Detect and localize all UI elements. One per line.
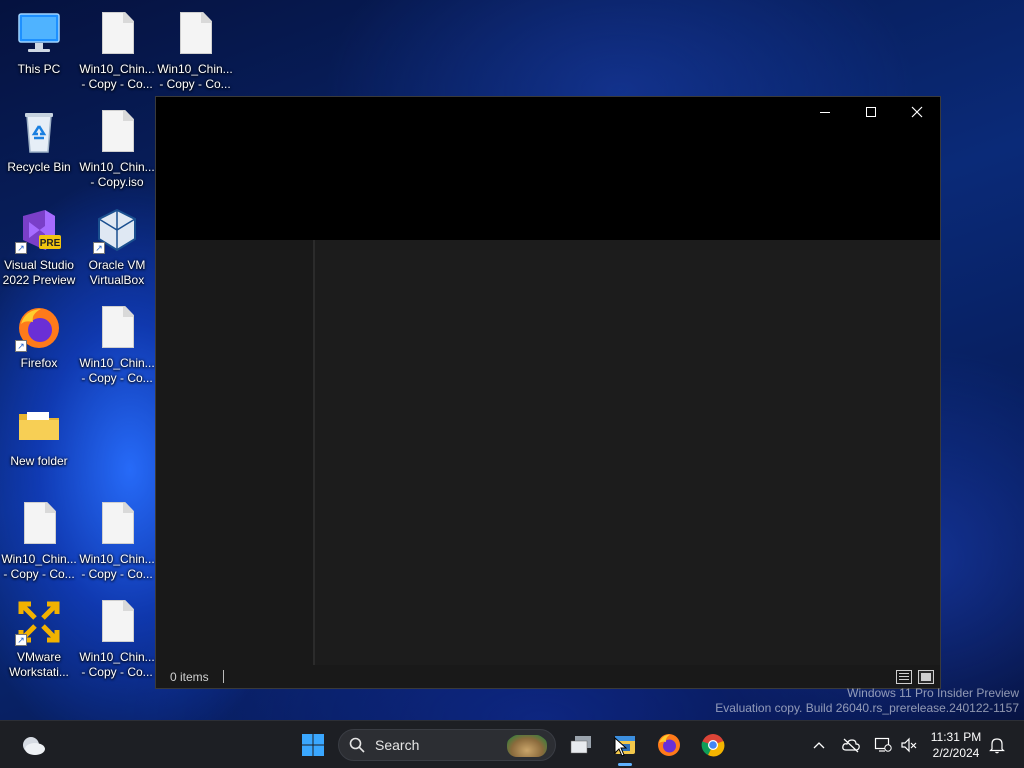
watermark-edition: Windows 11 Pro Insider Preview bbox=[847, 686, 1019, 700]
document-icon bbox=[171, 10, 219, 58]
search-icon bbox=[349, 737, 365, 753]
window-controls bbox=[802, 97, 940, 127]
desktop-icon-file[interactable]: Win10_Chin... - Copy - Co... bbox=[79, 500, 155, 582]
document-icon bbox=[93, 108, 141, 156]
desktop-icon-label: Firefox bbox=[20, 356, 58, 370]
desktop-icon-file[interactable]: Win10_Chin... - Copy - Co... bbox=[79, 10, 155, 92]
task-view-icon bbox=[570, 736, 591, 754]
minimize-icon bbox=[820, 112, 830, 113]
chevron-up-icon bbox=[813, 742, 825, 749]
bell-icon bbox=[989, 738, 1005, 754]
desktop-icon-label: Visual Studio 2022 Preview bbox=[2, 258, 76, 287]
desktop-icon-file[interactable]: Win10_Chin... - Copy - Co... bbox=[157, 10, 233, 92]
shortcut-arrow-icon: ↗ bbox=[15, 634, 27, 646]
desktop-icon-label: Win10_Chin... - Copy - Co... bbox=[1, 552, 77, 581]
maximize-button[interactable] bbox=[848, 97, 894, 127]
desktop-icon-vmware[interactable]: ↗ VMware Workstati... bbox=[1, 598, 77, 680]
desktop-icon-label: Oracle VM VirtualBox bbox=[88, 258, 146, 287]
desktop-icon-virtualbox[interactable]: ↗ Oracle VM VirtualBox bbox=[79, 206, 155, 288]
desktop-icon-file[interactable]: Win10_Chin... - Copy - Co... bbox=[79, 304, 155, 386]
document-icon bbox=[93, 304, 141, 352]
desktop-icon-label: Win10_Chin... - Copy - Co... bbox=[79, 552, 155, 581]
recycle-bin-icon bbox=[15, 108, 63, 156]
view-toggle bbox=[896, 670, 934, 684]
close-icon bbox=[911, 106, 923, 118]
folder-icon bbox=[15, 402, 63, 450]
taskbar-clock[interactable]: 11:31 PM 2/2/2024 bbox=[924, 729, 988, 761]
chrome-icon bbox=[701, 734, 725, 757]
notifications-button[interactable] bbox=[986, 721, 1008, 768]
shortcut-arrow-icon: ↗ bbox=[15, 242, 27, 254]
firefox-icon bbox=[658, 734, 680, 756]
watermark-build: Evaluation copy. Build 26040.rs_prerelea… bbox=[715, 701, 1019, 715]
file-list-area[interactable] bbox=[315, 240, 940, 665]
cloud-offline-icon bbox=[842, 738, 860, 753]
large-icons-view-icon[interactable] bbox=[918, 670, 934, 684]
network-status[interactable] bbox=[870, 721, 896, 768]
search-label: Search bbox=[375, 737, 420, 753]
minimize-button[interactable] bbox=[802, 97, 848, 127]
weather-cloud-icon bbox=[23, 737, 45, 755]
desktop-icon-file[interactable]: Win10_Chin... - Copy - Co... bbox=[1, 500, 77, 582]
desktop-icon-label: Recycle Bin bbox=[7, 160, 71, 174]
desktop-icon-file[interactable]: Win10_Chin... - Copy.iso bbox=[79, 108, 155, 190]
desktop-icon-label: Win10_Chin... - Copy - Co... bbox=[79, 650, 155, 679]
windows-watermark: Windows 11 Pro Insider Preview Evaluatio… bbox=[715, 686, 1019, 716]
mouse-cursor-icon bbox=[614, 737, 628, 757]
search-highlight-image bbox=[507, 735, 547, 757]
clock-date: 2/2/2024 bbox=[932, 746, 980, 760]
desktop-icon-recycle-bin[interactable]: Recycle Bin bbox=[1, 108, 77, 175]
document-icon bbox=[15, 500, 63, 548]
close-button[interactable] bbox=[894, 97, 940, 127]
vmware-icon: ↗ bbox=[15, 598, 63, 646]
document-icon bbox=[93, 500, 141, 548]
start-button[interactable] bbox=[296, 721, 330, 768]
active-app-indicator bbox=[618, 763, 632, 766]
weather-widget[interactable] bbox=[16, 721, 50, 768]
task-view-button[interactable] bbox=[564, 721, 598, 768]
status-bar: 0 items bbox=[156, 665, 940, 688]
taskbar-search-box[interactable]: Search bbox=[338, 729, 556, 761]
document-icon bbox=[93, 598, 141, 646]
network-icon bbox=[874, 737, 892, 752]
visual-studio-icon: PRE ↗ bbox=[15, 206, 63, 254]
desktop-icon-this-pc[interactable]: This PC bbox=[1, 10, 77, 77]
status-separator bbox=[222, 670, 224, 683]
taskbar-firefox[interactable] bbox=[652, 721, 686, 768]
desktop-icon-label: New folder bbox=[10, 454, 68, 468]
document-icon bbox=[93, 10, 141, 58]
desktop-icon-label: Win10_Chin... - Copy - Co... bbox=[79, 62, 155, 91]
clock-time: 11:31 PM bbox=[930, 730, 982, 744]
monitor-icon bbox=[15, 10, 63, 58]
virtualbox-icon: ↗ bbox=[93, 206, 141, 254]
shortcut-arrow-icon: ↗ bbox=[93, 242, 105, 254]
item-count: 0 items bbox=[170, 669, 209, 684]
taskbar: Search 11:31 PM 2/2/2024 bbox=[0, 720, 1024, 768]
desktop-icon-firefox[interactable]: ↗ Firefox bbox=[1, 304, 77, 371]
desktop-icon-label: This PC bbox=[17, 62, 61, 76]
navigation-pane[interactable] bbox=[156, 240, 315, 665]
pre-badge: PRE bbox=[40, 238, 61, 249]
windows-logo-icon bbox=[302, 734, 324, 756]
shortcut-arrow-icon: ↗ bbox=[15, 340, 27, 352]
explorer-window[interactable]: 0 items bbox=[155, 96, 941, 689]
desktop-icon-new-folder[interactable]: New folder bbox=[1, 402, 77, 469]
desktop-icon-visual-studio[interactable]: PRE ↗ Visual Studio 2022 Preview bbox=[1, 206, 77, 288]
desktop-icon-file[interactable]: Win10_Chin... - Copy - Co... bbox=[79, 598, 155, 680]
taskbar-chrome[interactable] bbox=[696, 721, 730, 768]
volume-status[interactable] bbox=[896, 721, 922, 768]
show-hidden-icons-button[interactable] bbox=[808, 721, 830, 768]
desktop-icon-label: Win10_Chin... - Copy - Co... bbox=[79, 356, 155, 385]
onedrive-status[interactable] bbox=[838, 721, 864, 768]
maximize-icon bbox=[866, 107, 876, 117]
volume-muted-icon bbox=[901, 737, 917, 753]
desktop-icon-label: Win10_Chin... - Copy - Co... bbox=[157, 62, 233, 91]
details-view-icon[interactable] bbox=[896, 670, 912, 684]
firefox-icon: ↗ bbox=[15, 304, 63, 352]
desktop-icon-label: VMware Workstati... bbox=[9, 650, 69, 679]
desktop-icon-label: Win10_Chin... - Copy.iso bbox=[79, 160, 155, 189]
